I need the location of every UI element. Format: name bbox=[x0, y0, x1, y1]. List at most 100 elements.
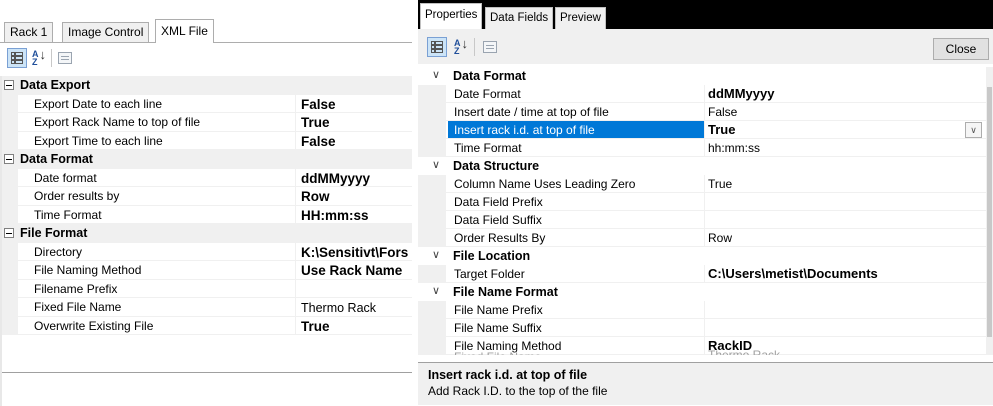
column-divider[interactable] bbox=[295, 131, 296, 150]
column-divider[interactable] bbox=[295, 187, 296, 206]
right-grid-toolbar: A Z ↓ bbox=[418, 29, 993, 64]
property-row[interactable]: Column Name Uses Leading Zero True bbox=[418, 175, 986, 193]
property-name: File Name Prefix bbox=[454, 303, 543, 317]
property-row[interactable]: File Name Suffix bbox=[418, 319, 986, 337]
property-row[interactable]: Insert date / time at top of file False bbox=[418, 103, 986, 121]
property-value[interactable]: HH:mm:ss bbox=[301, 208, 412, 223]
scrollbar-thumb[interactable] bbox=[987, 87, 992, 337]
property-value[interactable]: False bbox=[301, 134, 412, 149]
collapse-toggle-icon[interactable] bbox=[4, 154, 14, 164]
property-value[interactable]: K:\Sensitivt\Fors bbox=[301, 245, 412, 260]
property-row[interactable]: Time Format HH:mm:ss bbox=[2, 205, 412, 224]
column-divider[interactable] bbox=[295, 298, 296, 317]
property-value[interactable]: Row bbox=[708, 231, 732, 245]
column-divider[interactable] bbox=[704, 319, 705, 337]
category-row[interactable]: ∨ File Name Format bbox=[418, 283, 986, 301]
property-value[interactable]: True bbox=[301, 115, 412, 130]
categorized-view-button[interactable] bbox=[427, 37, 447, 57]
tab-data-fields[interactable]: Data Fields bbox=[485, 7, 554, 29]
column-divider[interactable] bbox=[295, 316, 296, 335]
property-value[interactable]: True bbox=[301, 319, 412, 334]
property-row[interactable]: Data Field Suffix bbox=[418, 211, 986, 229]
category-row[interactable]: ∨ Data Format bbox=[418, 67, 986, 85]
column-divider[interactable] bbox=[704, 301, 705, 319]
property-row[interactable]: Order Results By Row bbox=[418, 229, 986, 247]
property-row[interactable]: Directory K:\Sensitivt\Fors bbox=[2, 242, 412, 261]
categorized-view-button[interactable] bbox=[7, 48, 27, 68]
column-divider[interactable] bbox=[704, 211, 705, 229]
column-divider[interactable] bbox=[295, 168, 296, 187]
alphabetical-sort-button[interactable]: A Z ↓ bbox=[451, 37, 471, 57]
category-row[interactable]: Data Format bbox=[2, 150, 412, 169]
category-row[interactable]: File Format bbox=[2, 224, 412, 243]
property-value[interactable]: Row bbox=[301, 189, 412, 204]
row-divider bbox=[18, 334, 412, 335]
column-divider[interactable] bbox=[704, 229, 705, 247]
column-divider[interactable] bbox=[704, 85, 705, 103]
property-value[interactable]: hh:mm:ss bbox=[708, 141, 760, 155]
chevron-down-icon[interactable]: ∨ bbox=[432, 284, 440, 297]
column-divider[interactable] bbox=[704, 121, 705, 139]
property-value[interactable]: True bbox=[708, 177, 732, 191]
column-divider[interactable] bbox=[704, 103, 705, 121]
property-value[interactable]: False bbox=[301, 97, 412, 112]
tab-xml-file[interactable]: XML File bbox=[155, 19, 214, 43]
column-divider[interactable] bbox=[295, 261, 296, 280]
property-row[interactable]: File Name Prefix bbox=[418, 301, 986, 319]
property-row[interactable]: Filename Prefix bbox=[2, 279, 412, 298]
column-divider[interactable] bbox=[295, 94, 296, 113]
column-divider[interactable] bbox=[295, 205, 296, 224]
property-row[interactable]: Export Date to each line False bbox=[2, 94, 412, 113]
property-row[interactable]: Date format ddMMyyyy bbox=[2, 168, 412, 187]
property-row[interactable]: Order results by Row bbox=[2, 187, 412, 206]
column-divider[interactable] bbox=[704, 265, 705, 283]
column-divider[interactable] bbox=[704, 139, 705, 157]
collapse-toggle-icon[interactable] bbox=[4, 80, 14, 90]
property-pages-button[interactable] bbox=[55, 48, 75, 68]
property-row-selected[interactable]: Insert rack i.d. at top of file True ∨ bbox=[418, 121, 986, 139]
collapse-toggle-icon[interactable] bbox=[4, 228, 14, 238]
property-row[interactable]: Time Format hh:mm:ss bbox=[418, 139, 986, 157]
property-value[interactable]: Thermo Rack bbox=[301, 301, 412, 315]
dropdown-arrow-icon[interactable]: ∨ bbox=[965, 122, 982, 138]
chevron-down-icon[interactable]: ∨ bbox=[432, 248, 440, 261]
alphabetical-sort-button[interactable]: A Z ↓ bbox=[29, 48, 49, 68]
column-divider[interactable] bbox=[704, 193, 705, 211]
property-value[interactable]: Use Rack Name bbox=[301, 263, 412, 278]
category-row[interactable]: ∨ Data Structure bbox=[418, 157, 986, 175]
property-value[interactable]: ddMMyyyy bbox=[301, 171, 412, 186]
property-value[interactable]: C:\Users\metist\Documents bbox=[708, 266, 878, 281]
property-row[interactable]: Fixed File Name Thermo Rack bbox=[2, 298, 412, 317]
property-value[interactable]: False bbox=[708, 105, 737, 119]
left-property-grid: Data Export Export Date to each line False… bbox=[2, 76, 412, 335]
chevron-down-icon[interactable]: ∨ bbox=[432, 68, 440, 81]
property-row[interactable]: Date Format ddMMyyyy bbox=[418, 85, 986, 103]
property-value[interactable]: ddMMyyyy bbox=[708, 86, 774, 101]
column-divider[interactable] bbox=[295, 242, 296, 261]
row-gutter bbox=[418, 229, 446, 247]
property-pages-button[interactable] bbox=[480, 37, 500, 57]
property-row[interactable]: Data Field Prefix bbox=[418, 193, 986, 211]
close-button[interactable]: Close bbox=[933, 38, 989, 60]
property-row[interactable]: File Naming Method Use Rack Name bbox=[2, 261, 412, 280]
property-row[interactable]: Export Time to each line False bbox=[2, 131, 412, 150]
column-divider[interactable] bbox=[295, 113, 296, 132]
row-gutter bbox=[418, 121, 446, 139]
category-row[interactable]: ∨ File Location bbox=[418, 247, 986, 265]
sort-az-icon: A Z ↓ bbox=[32, 47, 46, 67]
property-row[interactable]: Export Rack Name to top of file True bbox=[2, 113, 412, 132]
property-value[interactable]: True bbox=[708, 122, 735, 137]
tab-preview[interactable]: Preview bbox=[555, 7, 606, 29]
column-divider[interactable] bbox=[295, 279, 296, 298]
vertical-scrollbar[interactable] bbox=[986, 67, 993, 355]
tab-rack-1[interactable]: Rack 1 bbox=[4, 22, 54, 42]
tab-image-control[interactable]: Image Control bbox=[62, 22, 150, 42]
category-row[interactable]: Data Export bbox=[2, 76, 412, 95]
property-name: Column Name Uses Leading Zero bbox=[454, 177, 636, 191]
tab-properties[interactable]: Properties bbox=[420, 3, 483, 29]
property-row[interactable]: Overwrite Existing File True bbox=[2, 316, 412, 335]
property-value[interactable]: Thermo Rack bbox=[708, 348, 780, 355]
column-divider[interactable] bbox=[704, 175, 705, 193]
chevron-down-icon[interactable]: ∨ bbox=[432, 158, 440, 171]
property-row[interactable]: Target Folder C:\Users\metist\Documents bbox=[418, 265, 986, 283]
